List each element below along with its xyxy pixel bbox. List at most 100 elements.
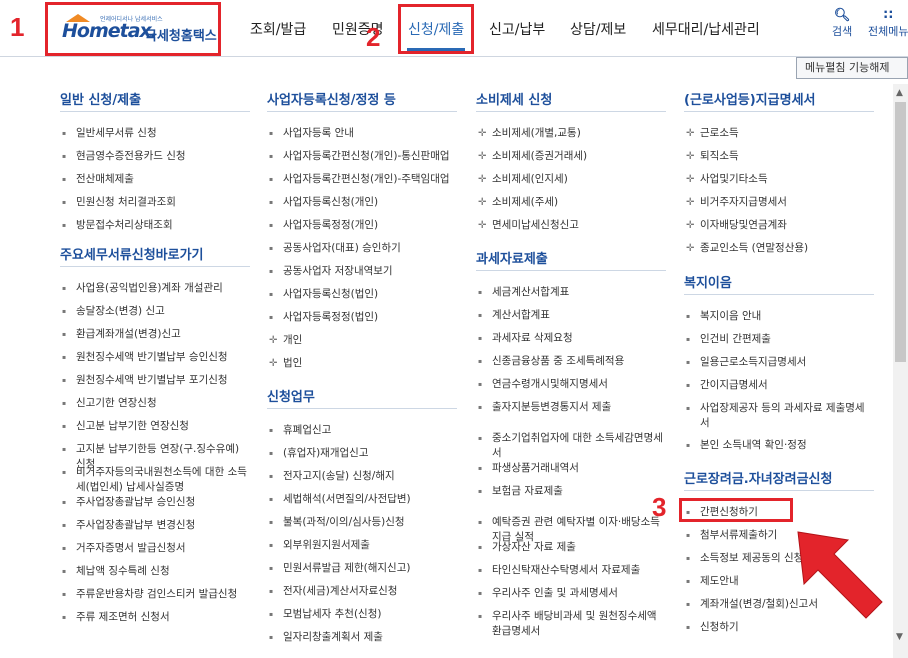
menu-link[interactable]: ✛ 면세미납세신청신고	[478, 218, 666, 233]
all-menu-tool[interactable]: ∷ 전체메뉴	[868, 9, 908, 39]
menu-link[interactable]: ▪ 주사업장총괄납부 승인신청	[62, 495, 250, 510]
menu-link[interactable]: ✛ 소비제세(증권거래세)	[478, 149, 666, 164]
menu-link-label: 환급계좌개설(변경)신고	[76, 328, 181, 340]
nav-tax-agent[interactable]: 세무대리/납세관리	[652, 19, 760, 39]
menu-link[interactable]: ▪ 공동사업자 저장내역보기	[269, 264, 457, 279]
menu-link[interactable]: ✛ 근로소득	[686, 126, 874, 141]
nav-report-pay[interactable]: 신고/납부	[489, 19, 545, 39]
nav-active-indicator	[407, 48, 465, 51]
search-tool[interactable]: 🔍︎ 검색	[832, 9, 852, 39]
menu-link[interactable]: ▪ 불복(과적/이의/심사등)신청	[269, 515, 457, 530]
menu-link[interactable]: ▪ 우리사주 인출 및 과세명세서	[478, 586, 666, 601]
menu-link[interactable]: ▪ 보험금 자료제출	[478, 484, 666, 499]
menu-link[interactable]: ✛ 사업및기타소득	[686, 172, 874, 187]
menu-link[interactable]: ✛ 소비제세(주세)	[478, 195, 666, 210]
menu-link[interactable]: ▪ 모범납세자 추천(신청)	[269, 607, 457, 622]
menu-link[interactable]: ▪ 주류운반용차량 검인스티커 발급신청	[62, 587, 250, 602]
menu-link[interactable]: ▪ 과세자료 삭제요청	[478, 331, 666, 346]
menu-link[interactable]: ▪ 간이지급명세서	[686, 378, 874, 393]
menu-link[interactable]: ▪ 신고분 납부기한 연장신청	[62, 419, 250, 434]
menu-link[interactable]: ▪ 사업용(공익법인용)계좌 개설관리	[62, 281, 250, 296]
menu-link[interactable]: ▪ 비거주자등의국내원천소득에 대한 소득세(법인세) 납세사실증명	[62, 465, 250, 495]
menu-link[interactable]: ▪ 파생상품거래내역서	[478, 461, 666, 476]
nav-inquiry-issue[interactable]: 조회/발급	[250, 19, 306, 39]
menu-link[interactable]: ▪ 사업자등록정정(개인)	[269, 218, 457, 233]
menu-link[interactable]: ▪ 연금수령개시및해지명세서	[478, 377, 666, 392]
menu-link-label: 체납액 징수특례 신청	[76, 565, 170, 577]
scroll-thumb[interactable]	[895, 102, 906, 362]
menu-link[interactable]: ▪ 외부위원지원서제출	[269, 538, 457, 553]
menu-link-label: 전산매체제출	[76, 173, 134, 185]
menu-link[interactable]: ✛ 퇴직소득	[686, 149, 874, 164]
menu-link[interactable]: ▪ 전자고지(송달) 신청/해지	[269, 469, 457, 484]
menu-link[interactable]: ▪ 사업자등록간편신청(개인)-주택임대업	[269, 172, 457, 187]
menu-link[interactable]: ▪ 계산서합계표	[478, 308, 666, 323]
menu-link[interactable]: ▪ 가상자산 자료 제출	[478, 540, 666, 555]
menu-link[interactable]: ▪ 사업장제공자 등의 과세자료 제출명세서	[686, 401, 874, 431]
menu-link[interactable]: ▪ 일반세무서류 신청	[62, 126, 250, 141]
menu-link-label: 일반세무서류 신청	[76, 127, 157, 139]
menu-link[interactable]: ▪ 사업자등록신청(개인)	[269, 195, 457, 210]
menu-link[interactable]: ✛ 개인	[269, 333, 457, 348]
menu-link[interactable]: ▪ 민원서류발급 제한(해지신고)	[269, 561, 457, 576]
menu-link[interactable]: ▪ 전자(세금)계산서자료신청	[269, 584, 457, 599]
menu-link[interactable]: ▪ (휴업자)재개업신고	[269, 446, 457, 461]
menu-link[interactable]: ▪ 신종금융상품 중 조세특례적용	[478, 354, 666, 369]
menu-link[interactable]: ▪ 복지이음 안내	[686, 309, 874, 324]
menu-link[interactable]: ▪ 세법해석(서면질의/사전답변)	[269, 492, 457, 507]
menu-link-label: 주류 제조면허 신청서	[76, 611, 170, 623]
bullet-icon: ▪	[686, 624, 691, 631]
menu-link[interactable]: ✛ 소비제세(인지세)	[478, 172, 666, 187]
menu-link-label: 주사업장총괄납부 변경신청	[76, 519, 196, 531]
menu-link[interactable]: ✛ 이자배당및연금계좌	[686, 218, 874, 233]
menu-link[interactable]: ▪ 사업자등록 안내	[269, 126, 457, 141]
menu-link[interactable]: ▪ 출자지분등변경통지서 제출	[478, 400, 666, 415]
menu-link[interactable]: ▪ 사업자등록신청(법인)	[269, 287, 457, 302]
menu-link[interactable]: ▪ 거주자증명서 발급신청서	[62, 541, 250, 556]
menu-link[interactable]: ▪ 일자리창출계획서 제출	[269, 630, 457, 645]
menu-link[interactable]: ▪ 전산매체제출	[62, 172, 250, 187]
bullet-icon: ▪	[478, 335, 483, 342]
menu-link-label: 전자(세금)계산서자료신청	[283, 585, 398, 597]
menu-link[interactable]: ▪ 본인 소득내역 확인·정정	[686, 438, 874, 453]
menu-link[interactable]: ▪ 송달장소(변경) 신고	[62, 304, 250, 319]
menu-link[interactable]: ▪ 환급계좌개설(변경)신고	[62, 327, 250, 342]
menu-link[interactable]: ▪ 주사업장총괄납부 변경신청	[62, 518, 250, 533]
menu-link[interactable]: ▪ 사업자등록정정(법인)	[269, 310, 457, 325]
scroll-down-arrow-icon[interactable]: ▼	[896, 632, 903, 642]
menu-link[interactable]: ▪ 우리사주 배당비과세 및 원천징수세액 환급명세서	[478, 609, 666, 639]
bullet-icon: ▪	[62, 545, 67, 552]
menu-link[interactable]: ▪ 신고기한 연장신청	[62, 396, 250, 411]
menu-link[interactable]: ▪ 민원신청 처리결과조회	[62, 195, 250, 210]
section-divider	[684, 111, 874, 112]
menu-link-label: 면세미납세신청신고	[492, 219, 579, 231]
menu-link[interactable]: ▪ 체납액 징수특례 신청	[62, 564, 250, 579]
menu-link-label: 간이지급명세서	[700, 379, 768, 391]
menu-link[interactable]: ▪ 타인신탁재산수탁명세서 자료제출	[478, 563, 666, 578]
menu-link[interactable]: ▪ 신청하기	[686, 620, 874, 635]
nav-consult-report[interactable]: 상담/제보	[570, 19, 626, 39]
bullet-icon: ▪	[686, 359, 691, 366]
bullet-icon: ▪	[478, 435, 483, 442]
menu-link[interactable]: ✛ 법인	[269, 356, 457, 371]
menu-fold-toggle-button[interactable]: 메뉴펼침 기능해제	[796, 57, 908, 79]
menu-link[interactable]: ✛ 비거주자지급명세서	[686, 195, 874, 210]
menu-link[interactable]: ▪ 사업자등록간편신청(개인)-통신판매업	[269, 149, 457, 164]
menu-link[interactable]: ✛ 소비제세(개별,교통)	[478, 126, 666, 141]
menu-link[interactable]: ▪ 공동사업자(대표) 승인하기	[269, 241, 457, 256]
menu-link[interactable]: ▪ 일용근로소득지급명세서	[686, 355, 874, 370]
menu-link[interactable]: ▪ 원천징수세액 반기별납부 포기신청	[62, 373, 250, 388]
menu-link[interactable]: ▪ 세금계산서합계표	[478, 285, 666, 300]
nav-apply-submit[interactable]: 신청/제출	[408, 19, 464, 39]
menu-link-label: 개인	[283, 334, 303, 346]
menu-link[interactable]: ▪ 중소기업취업자에 대한 소득세감면명세서	[478, 431, 666, 461]
scroll-up-arrow-icon[interactable]: ▲	[896, 88, 903, 98]
menu-link[interactable]: ▪ 휴폐업신고	[269, 423, 457, 438]
menu-link[interactable]: ▪ 방문접수처리상태조회	[62, 218, 250, 233]
vertical-scrollbar[interactable]: ▲ ▼	[893, 84, 908, 658]
menu-link[interactable]: ▪ 현금영수증전용카드 신청	[62, 149, 250, 164]
menu-link[interactable]: ▪ 인건비 간편제출	[686, 332, 874, 347]
menu-link[interactable]: ▪ 주류 제조면허 신청서	[62, 610, 250, 625]
menu-link[interactable]: ✛ 종교인소득 (연말정산용)	[686, 241, 874, 256]
menu-link[interactable]: ▪ 원천징수세액 반기별납부 승인신청	[62, 350, 250, 365]
